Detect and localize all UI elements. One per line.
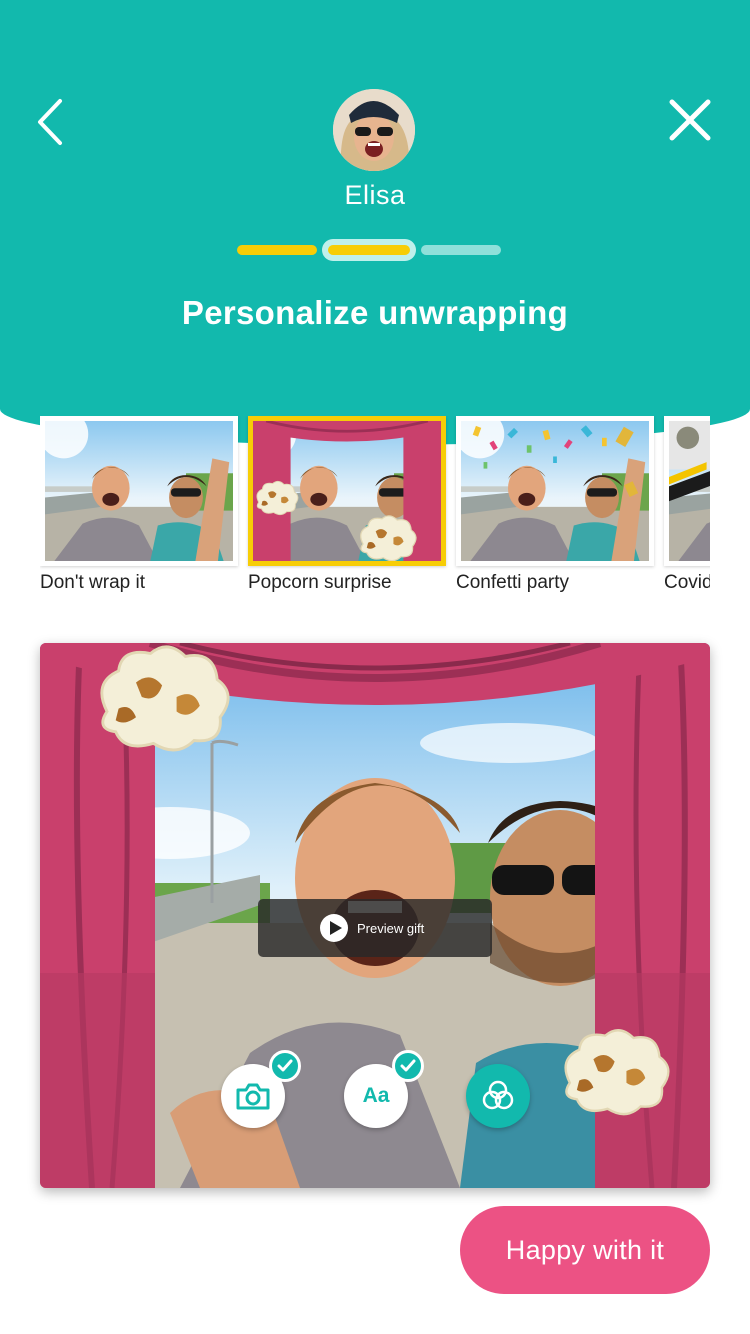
style-option-label: Confetti party [456,572,569,593]
photo-tool-button[interactable] [221,1050,301,1128]
checkmark-icon [277,1059,293,1072]
style-thumbnail [40,416,238,566]
style-option-label: Covid [664,572,710,593]
close-icon [669,99,711,141]
style-option-label: Don't wrap it [40,572,146,593]
checkmark-icon [400,1059,416,1072]
progress-step-upcoming [421,245,501,255]
gift-preview: Preview gift Aa [40,643,710,1188]
style-option-no-wrap[interactable]: Don't wrap it [40,416,238,594]
style-thumbnail [456,416,654,566]
text-tool-button[interactable]: Aa [344,1050,424,1128]
camera-icon [236,1083,270,1110]
filter-circles-icon [482,1080,514,1110]
happy-with-it-button[interactable]: Happy with it [460,1206,710,1294]
preview-gift-button[interactable]: Preview gift [258,899,492,957]
avatar [333,89,415,171]
page-title: Personalize unwrapping [181,294,569,331]
recipient-name: Elisa [344,180,406,210]
checkmark-badge [392,1050,424,1082]
header: Elisa Personalize unwrapping [0,0,750,445]
style-option-popcorn[interactable]: Popcorn surprise [248,416,446,594]
style-thumbnail [664,416,710,566]
preview-gift-label: Preview gift [357,920,425,936]
progress-step-current [322,239,416,261]
style-thumbnail [248,416,446,566]
filter-tool-button[interactable] [466,1064,530,1128]
checkmark-badge [269,1050,301,1082]
style-option-label: Popcorn surprise [248,572,392,593]
style-option-confetti[interactable]: Confetti party [456,416,654,594]
chevron-left-icon [38,99,62,145]
step-progress [0,238,750,262]
progress-step-completed [237,245,317,255]
wrapping-style-list[interactable]: Don't wrap it Popcorn surprise Confetti … [40,416,710,596]
back-button[interactable] [28,95,76,149]
close-button[interactable] [664,94,716,146]
text-icon: Aa [362,1084,390,1107]
style-option-covid[interactable]: Covid [664,416,710,594]
play-icon [320,914,348,942]
